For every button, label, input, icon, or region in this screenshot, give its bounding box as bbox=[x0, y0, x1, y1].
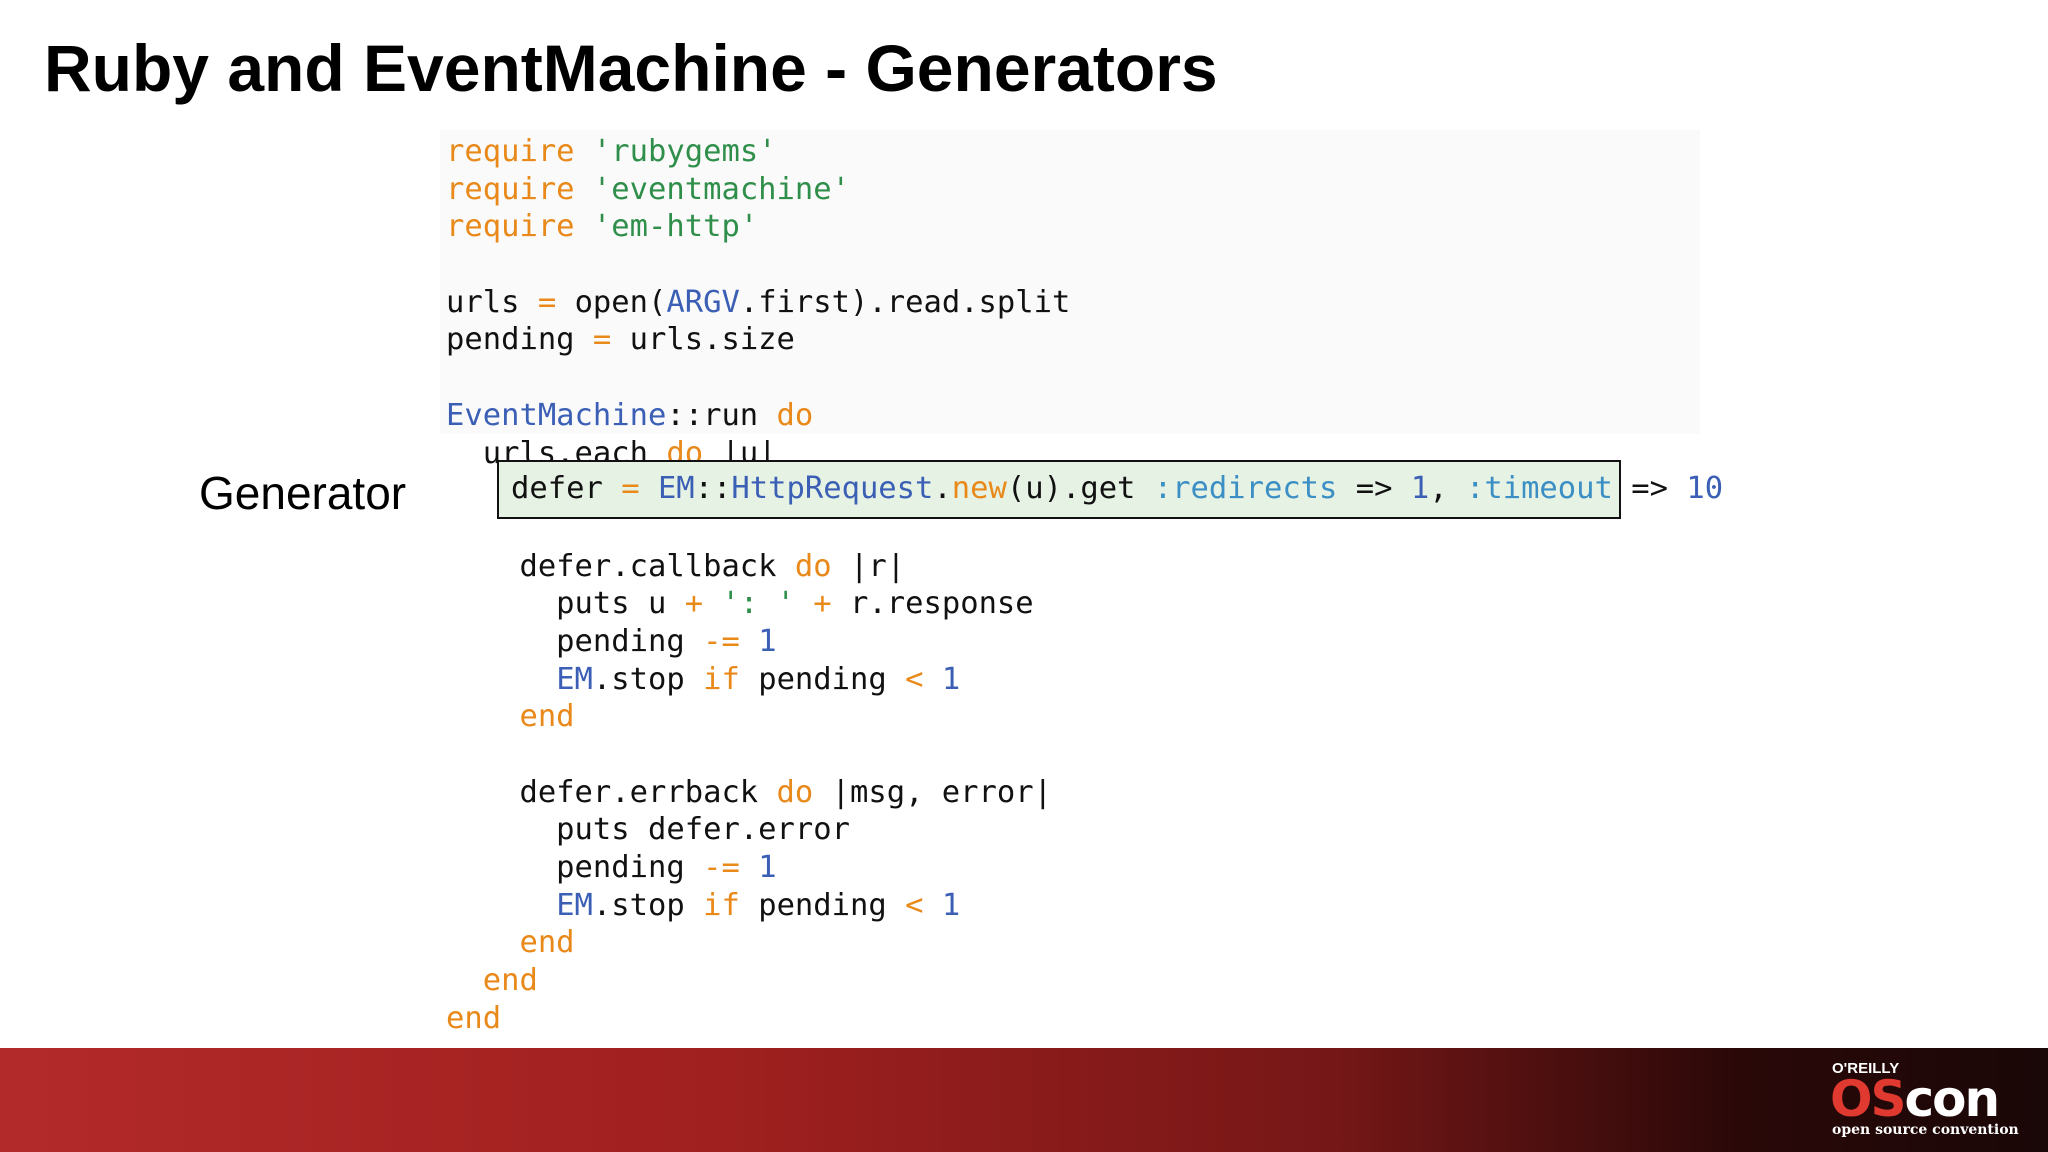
code-line: defer.errback do |msg, error| bbox=[446, 774, 1052, 810]
footer-bar bbox=[0, 1048, 2048, 1152]
code-line: urls = open(ARGV.first).read.split bbox=[446, 284, 1071, 320]
code-line: EM.stop if pending < 1 bbox=[556, 661, 961, 697]
oscon-logo: O'REILLY OScon open source convention bbox=[1822, 1058, 2022, 1144]
code-line: require 'rubygems' bbox=[446, 134, 777, 169]
code-line: end bbox=[519, 699, 575, 735]
code-line: require 'em-http' bbox=[446, 209, 759, 245]
code-line: defer.callback do |r| bbox=[446, 548, 906, 584]
code-line: end bbox=[519, 925, 575, 961]
code-line: pending -= 1 bbox=[446, 623, 777, 659]
generator-label: Generator bbox=[199, 467, 407, 519]
highlighted-code-line: defer = EM::HttpRequest.new(u).get :redi… bbox=[511, 471, 1724, 506]
code-line: pending -= 1 bbox=[446, 850, 777, 886]
code-block: require 'rubygems' require 'eventmachine'… bbox=[446, 133, 1070, 1038]
code-line: puts u + ': ' + r.response bbox=[446, 586, 1034, 622]
code-line: end bbox=[446, 1000, 502, 1036]
code-line: end bbox=[482, 963, 538, 999]
code-line: puts defer.error bbox=[446, 812, 850, 848]
oscon-wordmark: OScon bbox=[1830, 1070, 2000, 1128]
code-line: EventMachine::run do bbox=[446, 397, 814, 433]
slide-title: Ruby and EventMachine - Generators bbox=[44, 31, 1218, 105]
code-line: EM.stop if pending < 1 bbox=[556, 887, 961, 923]
code-line: pending = urls.size bbox=[446, 322, 795, 358]
code-line: require 'eventmachine' bbox=[446, 171, 850, 207]
logo-tagline: open source convention bbox=[1832, 1122, 2019, 1138]
